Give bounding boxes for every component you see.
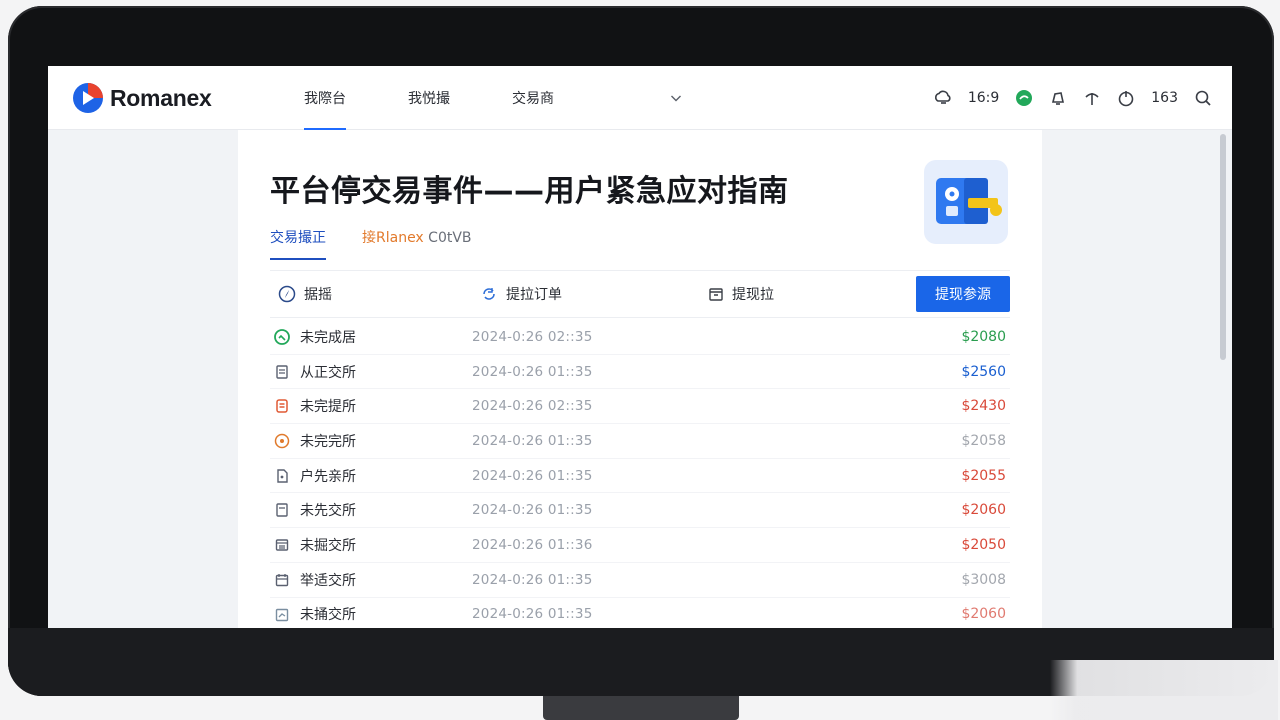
refresh-icon <box>483 288 495 300</box>
table-row[interactable]: 未完成居 2024-0:26 02::35 $2080 <box>270 320 1010 355</box>
page-icon <box>274 502 290 518</box>
chevron-down-icon[interactable] <box>670 92 682 104</box>
row-timestamp: 2024-0:26 01::35 <box>472 502 593 519</box>
calendar-icon <box>274 572 290 588</box>
row-timestamp: 2024-0:26 01::35 <box>472 363 593 380</box>
stage: Romanex 我際台 我悦撮 交易商 16:9 163 平台停交易事件——用户… <box>0 0 1280 720</box>
table-row[interactable]: 举适交所 2024-0:26 01::35 $3008 <box>270 563 1010 598</box>
row-amount: $2058 <box>961 432 1006 449</box>
nav-right: 16:9 163 <box>934 66 1212 130</box>
row-label: 未完完所 <box>300 433 356 450</box>
toolbar-item-3-label: 提现拉 <box>732 287 774 303</box>
row-label: 未完成居 <box>300 329 356 346</box>
power-icon[interactable] <box>1117 89 1135 107</box>
search-icon[interactable] <box>1194 89 1212 107</box>
table-row[interactable]: 未捅交所 2024-0:26 01::35 $2060 <box>270 598 1010 629</box>
table-row[interactable]: 未掘交所 2024-0:26 01::36 $2050 <box>270 528 1010 563</box>
tab-romanex-label: 接Rlanex <box>362 230 424 246</box>
row-amount: $2055 <box>961 467 1006 484</box>
row-label: 从正交所 <box>300 364 356 381</box>
row-amount: $2050 <box>961 536 1006 553</box>
row-timestamp: 2024-0:26 02::35 <box>472 398 593 415</box>
tab-romanex[interactable]: 接Rlanex C0tVB <box>362 226 472 256</box>
archive-icon <box>709 288 723 301</box>
tab-romanex-code: C0tVB <box>423 230 472 246</box>
toolbar: 据摇 提拉订单 提现拉 提现参源 <box>270 270 1010 318</box>
row-timestamp: 2024-0:26 01::35 <box>472 571 593 588</box>
table-row[interactable]: 未完完所 2024-0:26 01::35 $2058 <box>270 424 1010 459</box>
row-label: 未先交所 <box>300 503 356 520</box>
nav-item-exchanges[interactable]: 交易商 <box>512 66 554 130</box>
brand-logo[interactable]: Romanex <box>72 82 212 114</box>
receipt-icon <box>274 537 290 553</box>
row-label: 未捅交所 <box>300 607 356 624</box>
check-circle-icon <box>274 329 290 345</box>
table-row[interactable]: 未先交所 2024-0:26 01::35 $2060 <box>270 493 1010 529</box>
target-icon <box>274 433 290 449</box>
table-row[interactable]: 未完提所 2024-0:26 02::35 $2430 <box>270 389 1010 425</box>
toolbar-item-1[interactable]: 据摇 <box>278 271 332 317</box>
content-card: 平台停交易事件——用户紧急应对指南 交易撮正 接Rlanex C0tVB 据摇 … <box>238 130 1042 628</box>
row-label: 举适交所 <box>300 572 356 589</box>
antenna-icon[interactable] <box>1083 89 1101 107</box>
row-label: 户先亲所 <box>300 468 356 485</box>
compass-icon <box>278 285 296 303</box>
toolbar-item-1-label: 据摇 <box>304 287 332 303</box>
watermark-overlay <box>1050 660 1278 720</box>
brand-name: Romanex <box>110 84 212 111</box>
row-amount: $2060 <box>961 606 1006 623</box>
toolbar-item-3[interactable]: 提现拉 <box>708 271 774 317</box>
cloud-sync-icon[interactable] <box>934 89 952 107</box>
row-label: 未掘交所 <box>300 537 356 554</box>
document-icon <box>274 364 290 380</box>
nav-item-my-data[interactable]: 我悦撮 <box>408 66 450 130</box>
row-label: 未完提所 <box>300 399 356 416</box>
nav-item-dashboard[interactable]: 我際台 <box>304 66 346 130</box>
logo-mark-icon <box>73 83 103 113</box>
row-timestamp: 2024-0:26 01::35 <box>472 606 593 623</box>
bell-icon[interactable] <box>1049 89 1067 107</box>
main-nav: 我際台 我悦撮 交易商 <box>304 66 616 130</box>
chat-bubble-icon[interactable] <box>1015 89 1033 107</box>
withdraw-button[interactable]: 提现参源 <box>916 276 1010 312</box>
scrollbar[interactable] <box>1220 134 1226 360</box>
lock-file-icon <box>274 468 290 484</box>
row-amount: $3008 <box>961 571 1006 588</box>
nav-value-count: 163 <box>1151 90 1178 106</box>
nav-value-ratio: 16:9 <box>967 90 1000 106</box>
table-row[interactable]: 从正交所 2024-0:26 01::35 $2560 <box>270 355 1010 390</box>
row-amount: $2430 <box>961 398 1006 415</box>
row-timestamp: 2024-0:26 01::35 <box>472 432 593 449</box>
page-title: 平台停交易事件——用户紧急应对指南 <box>270 174 789 209</box>
toolbar-item-2-label: 提拉订单 <box>506 287 562 303</box>
toolbar-item-2[interactable]: 提拉订单 <box>480 271 562 317</box>
wallet-icon <box>924 160 1008 244</box>
row-amount: $2060 <box>961 502 1006 519</box>
top-nav: Romanex 我際台 我悦撮 交易商 16:9 163 <box>48 66 1232 130</box>
row-amount: $2560 <box>961 363 1006 380</box>
row-amount: $2080 <box>961 328 1006 345</box>
row-timestamp: 2024-0:26 01::35 <box>472 467 593 484</box>
tab-trading[interactable]: 交易撮正 <box>270 226 326 260</box>
row-timestamp: 2024-0:26 01::36 <box>472 536 593 553</box>
chart-icon <box>274 607 290 623</box>
row-timestamp: 2024-0:26 02::35 <box>472 328 593 345</box>
monitor-stand <box>543 696 739 720</box>
screen: Romanex 我際台 我悦撮 交易商 16:9 163 平台停交易事件——用户… <box>48 66 1232 628</box>
table-row[interactable]: 户先亲所 2024-0:26 01::35 $2055 <box>270 459 1010 494</box>
transaction-list: 未完成居 2024-0:26 02::35 $2080 从正交所 2024-0:26 0… <box>270 320 1010 628</box>
tab-bar: 交易撮正 接Rlanex C0tVB <box>270 226 472 260</box>
list-icon <box>274 398 290 414</box>
